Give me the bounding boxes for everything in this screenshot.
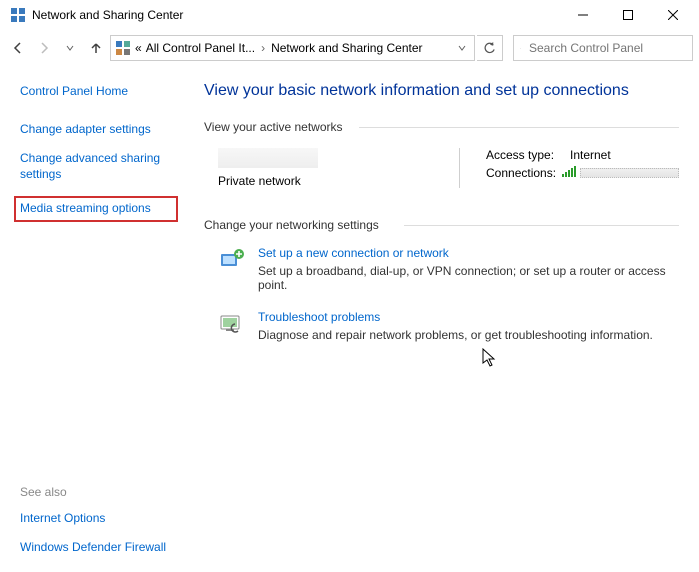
back-button[interactable] [6,36,30,60]
breadcrumb-item[interactable]: Network and Sharing Center [271,41,422,55]
active-networks-header: View your active networks [204,120,679,134]
address-bar[interactable]: « All Control Panel It... › Network and … [110,35,475,61]
search-icon [520,42,521,55]
maximize-button[interactable] [605,0,650,30]
address-dropdown[interactable] [454,41,470,55]
change-settings-header: Change your networking settings [204,218,679,232]
connections-label: Connections: [486,166,562,180]
network-type: Private network [218,174,318,188]
title-bar: Network and Sharing Center [0,0,699,30]
troubleshoot-link[interactable]: Troubleshoot problems [258,310,653,324]
search-box[interactable] [513,35,693,61]
refresh-button[interactable] [477,35,503,61]
network-name [218,148,318,168]
chevron-right-icon: › [261,41,265,55]
setup-connection-item: Set up a new connection or network Set u… [204,246,679,292]
breadcrumb-item[interactable]: All Control Panel It... [146,41,255,55]
setup-connection-icon [218,246,246,274]
connection-link[interactable] [580,168,679,178]
signal-icon [562,166,576,180]
windows-defender-firewall-link[interactable]: Windows Defender Firewall [20,540,174,556]
minimize-button[interactable] [560,0,605,30]
troubleshoot-icon [218,310,246,338]
media-streaming-options-link[interactable]: Media streaming options [14,196,178,222]
page-title: View your basic network information and … [204,82,679,100]
search-input[interactable] [527,40,686,56]
change-adapter-settings-link[interactable]: Change adapter settings [20,122,174,138]
setup-connection-desc: Set up a broadband, dial-up, or VPN conn… [258,264,679,292]
change-advanced-sharing-link[interactable]: Change advanced sharing settings [20,151,174,182]
window-title: Network and Sharing Center [32,8,560,22]
sidebar: Control Panel Home Change adapter settin… [0,66,188,572]
internet-options-link[interactable]: Internet Options [20,511,174,527]
history-dropdown[interactable] [58,36,82,60]
access-type-value: Internet [570,148,611,162]
up-button[interactable] [84,36,108,60]
troubleshoot-desc: Diagnose and repair network problems, or… [258,328,653,342]
see-also-label: See also [20,485,174,499]
close-button[interactable] [650,0,695,30]
toolbar: « All Control Panel It... › Network and … [0,30,699,66]
access-type-label: Access type: [486,148,570,162]
breadcrumb-prefix: « [135,41,142,55]
troubleshoot-item: Troubleshoot problems Diagnose and repai… [204,310,679,342]
forward-button[interactable] [32,36,56,60]
setup-connection-link[interactable]: Set up a new connection or network [258,246,679,260]
control-panel-icon [115,40,131,56]
main-panel: View your basic network information and … [188,66,699,572]
control-panel-home-link[interactable]: Control Panel Home [20,84,174,100]
app-icon [10,7,26,23]
